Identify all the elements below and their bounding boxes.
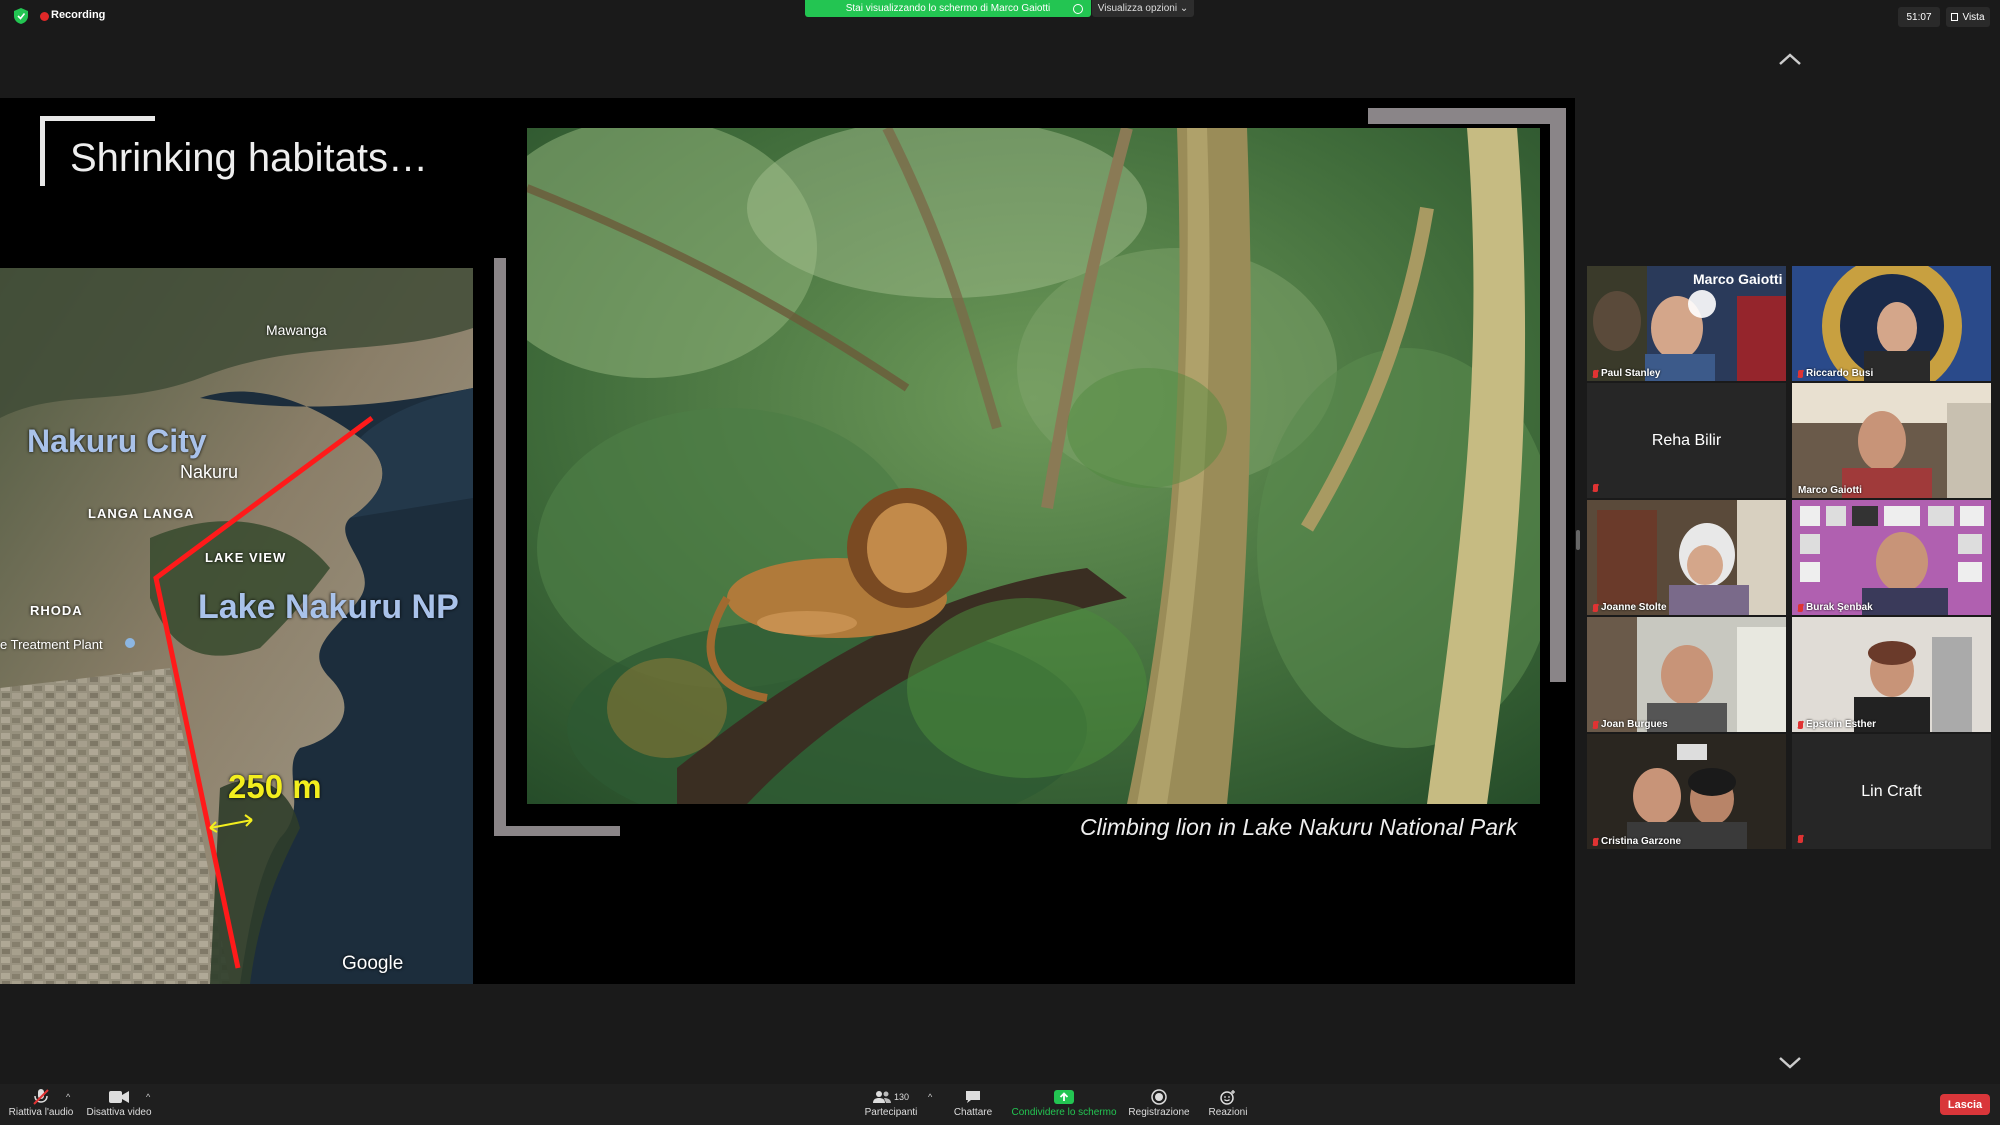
- map-pin-icon: [125, 638, 135, 648]
- participants-label: Partecipanti: [864, 1107, 918, 1118]
- mic-muted-icon: [33, 1089, 49, 1105]
- participant-tile[interactable]: Joan Burgues: [1587, 617, 1786, 732]
- map-label-treatment-plant: e Treatment Plant: [0, 637, 103, 652]
- screen-share-banner: Stai visualizzando lo schermo di Marco G…: [805, 0, 1091, 17]
- lion-photo-graphic: [527, 128, 1540, 804]
- map-distance-label: 250 m: [228, 768, 322, 805]
- video-feed: [1792, 617, 1991, 732]
- participant-tile[interactable]: Lin Craft: [1792, 734, 1991, 849]
- screen-share-banner-text: Stai visualizzando lo schermo di Marco G…: [845, 3, 1051, 14]
- mic-muted-icon: [1798, 835, 1803, 843]
- meeting-toolbar: Riattiva l'audio ^ Disattiva video ^ 130…: [0, 1084, 2000, 1125]
- participant-name: Riccardo Busi: [1798, 368, 1873, 379]
- record-icon: [1151, 1089, 1167, 1105]
- slide-title: Shrinking habitats…: [70, 136, 428, 180]
- video-feed: [1792, 266, 1991, 381]
- view-button-label: Vista: [1962, 11, 1985, 23]
- share-screen-icon: [1054, 1090, 1074, 1104]
- view-button[interactable]: Vista: [1946, 7, 1990, 27]
- lion-photo: [527, 128, 1540, 804]
- map-label-mawanga: Mawanga: [266, 322, 327, 338]
- reactions-label: Reazioni: [1208, 1107, 1248, 1118]
- map-label-nakuru: Nakuru: [180, 462, 239, 482]
- map-label-langa-langa: LANGA LANGA: [88, 506, 195, 521]
- participant-name-placeholder: Reha Bilir: [1651, 431, 1722, 449]
- chat-bubble-icon: [966, 1091, 980, 1103]
- stop-video-label: Disattiva video: [86, 1107, 152, 1118]
- photo-caption: Climbing lion in Lake Nakuru National Pa…: [1080, 814, 1518, 840]
- video-banner-text: Marco Gaiotti: [1693, 271, 1783, 287]
- google-watermark: Google: [342, 953, 404, 974]
- video-feed: [1587, 734, 1786, 849]
- mic-muted-icon: [1593, 720, 1598, 729]
- mic-muted-icon: [1798, 603, 1803, 612]
- smiley-icon: [1220, 1090, 1235, 1105]
- participants-icon: [872, 1091, 891, 1103]
- share-screen-button[interactable]: Condividere lo schermo: [1008, 1087, 1120, 1123]
- map-label-lake-nakuru-np: Lake Nakuru NP: [198, 588, 459, 626]
- mic-muted-icon: [1798, 720, 1803, 729]
- participant-tile[interactable]: Riccardo Busi: [1792, 266, 1991, 381]
- unmute-label: Riattiva l'audio: [8, 1107, 74, 1118]
- participant-tile[interactable]: Burak Şenbak: [1792, 500, 1991, 615]
- participants-options-caret-icon[interactable]: ^: [928, 1092, 932, 1102]
- video-feed: [1792, 383, 1991, 498]
- participant-name: Marco Gaiotti: [1798, 485, 1862, 496]
- record-button[interactable]: Registrazione: [1126, 1087, 1192, 1123]
- stop-video-button[interactable]: Disattiva video: [86, 1087, 152, 1123]
- participant-tile[interactable]: Epstein Esther: [1792, 617, 1991, 732]
- recording-dot-icon: [40, 12, 49, 21]
- recording-label[interactable]: Recording: [51, 9, 105, 21]
- reactions-button[interactable]: Reazioni: [1200, 1087, 1256, 1123]
- video-feed: [1587, 500, 1786, 615]
- participant-tile[interactable]: Cristina Garzone: [1587, 734, 1786, 849]
- chat-label: Chattare: [953, 1107, 993, 1118]
- shared-screen: Shrinking habitats… Mawanga Nakuru City …: [0, 98, 1575, 984]
- security-shield-icon[interactable]: [14, 8, 28, 24]
- mic-muted-icon: [1593, 369, 1598, 378]
- leave-meeting-button[interactable]: Lascia: [1940, 1094, 1990, 1115]
- map-label-lake-view: LAKE VIEW: [205, 550, 287, 565]
- panel-resize-handle[interactable]: [1576, 530, 1580, 550]
- mic-muted-icon: [1593, 603, 1598, 612]
- meeting-timer: 51:07: [1898, 7, 1940, 27]
- mic-muted-icon: [1798, 369, 1803, 378]
- mic-muted-icon: [1593, 484, 1598, 492]
- view-options-button[interactable]: Visualizza opzioni ⌄: [1092, 0, 1194, 17]
- participant-name: Cristina Garzone: [1593, 836, 1681, 847]
- status-icon: [1073, 4, 1083, 14]
- video-options-caret-icon[interactable]: ^: [146, 1092, 150, 1102]
- participant-tile-active-speaker[interactable]: Marco Gaiotti: [1792, 383, 1991, 498]
- top-bar: Recording Stai visualizzando lo schermo …: [0, 0, 2000, 34]
- participant-name: Joanne Stolte: [1593, 602, 1667, 613]
- participant-name: Joan Burgues: [1593, 719, 1668, 730]
- video-feed: [1587, 617, 1786, 732]
- chevron-down-icon[interactable]: [1778, 1056, 1802, 1070]
- video-camera-icon: [109, 1091, 129, 1103]
- participants-count: 130: [893, 1092, 910, 1102]
- participant-name: Paul Stanley: [1593, 368, 1660, 379]
- map-label-nakuru-city: Nakuru City: [27, 423, 207, 459]
- video-feed: [1792, 500, 1991, 615]
- mic-muted-icon: [1593, 837, 1598, 846]
- chat-button[interactable]: Chattare: [948, 1087, 998, 1123]
- grid-view-icon: [1951, 13, 1959, 21]
- record-label: Registrazione: [1128, 1107, 1190, 1118]
- audio-options-caret-icon[interactable]: ^: [66, 1092, 70, 1102]
- chevron-up-icon[interactable]: [1778, 52, 1802, 66]
- participant-tile[interactable]: Marco Gaiotti Paul Stanley: [1587, 266, 1786, 381]
- share-screen-label: Condividere lo schermo: [1011, 1107, 1117, 1118]
- participant-tile[interactable]: Reha Bilir: [1587, 383, 1786, 498]
- participant-name: Burak Şenbak: [1798, 602, 1873, 613]
- satellite-map: Mawanga Nakuru City Nakuru LANGA LANGA L…: [0, 268, 473, 984]
- map-label-rhoda: RHODA: [30, 603, 83, 618]
- participant-name: Epstein Esther: [1798, 719, 1876, 730]
- participant-name-placeholder: Lin Craft: [1861, 782, 1922, 800]
- participants-button[interactable]: 130 Partecipanti: [862, 1087, 920, 1123]
- participant-tile[interactable]: Joanne Stolte: [1587, 500, 1786, 615]
